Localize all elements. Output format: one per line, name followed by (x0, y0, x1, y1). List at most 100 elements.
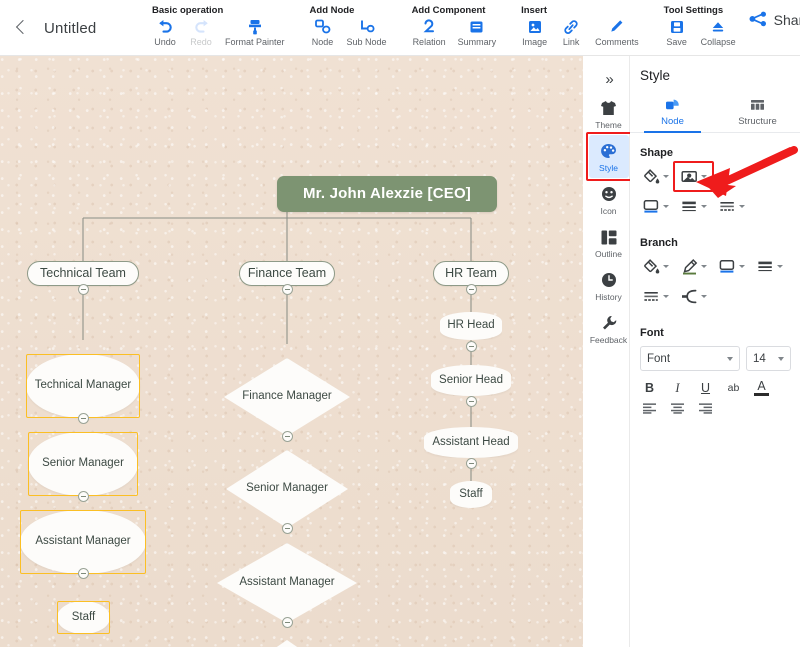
tab-structure[interactable]: Structure (715, 93, 800, 132)
font-size-select[interactable]: 14 (746, 346, 791, 371)
undo-icon (157, 18, 174, 35)
node-root[interactable]: Mr. John Alexzie [CEO] (277, 176, 497, 212)
fill-color-control[interactable] (640, 166, 675, 187)
bold-button[interactable]: B (642, 380, 657, 396)
underline-button[interactable]: U (698, 380, 713, 396)
border-width-control[interactable] (678, 196, 713, 217)
collapse-handle[interactable] (465, 458, 477, 469)
collapse-handle[interactable] (77, 568, 89, 579)
branch-style-control[interactable] (678, 286, 713, 307)
toolbar-group-tool-settings: Tool Settings Save Collapse (652, 0, 749, 56)
chevron-down-icon (663, 175, 669, 178)
node-hr-head[interactable]: HR Head (440, 312, 502, 340)
node-label: Assistant Manager (239, 576, 335, 589)
add-node-button[interactable]: Node (306, 18, 340, 47)
chevron-down-icon (778, 356, 784, 361)
collapse-handle[interactable] (281, 284, 293, 295)
sidebar-item-outline[interactable]: Outline (589, 221, 629, 264)
collapse-handle[interactable] (281, 617, 293, 628)
border-dash-control[interactable] (716, 196, 751, 217)
text-color-button[interactable]: A (754, 379, 769, 396)
node-finance-manager[interactable]: Finance Manager (224, 358, 350, 436)
format-painter-button[interactable]: Format Painter (220, 18, 290, 47)
redo-button[interactable]: Redo (184, 18, 218, 47)
collapse-handle[interactable] (465, 396, 477, 407)
node-finance-assistant-manager[interactable]: Assistant Manager (217, 543, 357, 623)
node-hr-staff[interactable]: Staff (450, 481, 492, 508)
collapse-handle[interactable] (77, 284, 89, 295)
font-row: Font 14 (630, 346, 800, 371)
strikethrough-button[interactable]: ab (726, 380, 741, 396)
toolbar-group-add-component: Add Component Relation Summary (400, 0, 510, 56)
border-icon (642, 198, 661, 215)
branch-weight-control[interactable] (754, 256, 789, 277)
node-finance-staff[interactable]: Staff (255, 640, 319, 647)
line-weight-icon (756, 258, 775, 275)
collapse-handle[interactable] (281, 430, 293, 442)
node-technical-senior-manager[interactable]: Senior Manager (28, 432, 138, 496)
chevron-down-icon (663, 295, 669, 298)
node-technical-manager[interactable]: Technical Manager (26, 354, 140, 418)
node-label: Staff (71, 610, 96, 623)
add-summary-button[interactable]: Summary (453, 18, 502, 47)
chevron-left-icon[interactable] (12, 19, 30, 37)
sidebar-item-icon[interactable]: Icon (589, 178, 629, 221)
tab-node[interactable]: Node (630, 93, 715, 133)
collapse-handle[interactable] (77, 490, 89, 502)
undo-button[interactable]: Undo (148, 18, 182, 47)
collapse-handle[interactable] (465, 284, 477, 295)
font-size-value: 14 (753, 352, 766, 365)
clock-icon (601, 271, 617, 289)
node-hr-assistant-head[interactable]: Assistant Head (424, 427, 518, 458)
node-technical-staff[interactable]: Staff (57, 601, 110, 634)
collapse-handle[interactable] (281, 523, 293, 534)
node-finance-senior-manager[interactable]: Senior Manager (226, 450, 348, 528)
redo-icon (193, 18, 210, 35)
collapse-handle[interactable] (465, 341, 477, 352)
toolbar-groups: Basic operation Undo Redo Format Painter… (140, 0, 749, 56)
link-icon (563, 18, 579, 35)
align-center-button[interactable] (670, 402, 685, 418)
insert-comments-button[interactable]: Comments (590, 18, 644, 47)
insert-link-button[interactable]: Link (554, 18, 588, 47)
sidebar-item-history[interactable]: History (589, 264, 629, 307)
chevron-double-right-icon[interactable]: » (588, 66, 630, 92)
node-technical-team[interactable]: Technical Team (27, 261, 139, 286)
palette-icon (600, 142, 617, 160)
branch-shape-control[interactable] (716, 256, 751, 277)
align-left-button[interactable] (642, 402, 657, 418)
italic-button[interactable]: I (670, 380, 685, 396)
branch-color-control[interactable] (678, 256, 713, 277)
branch-dash-control[interactable] (640, 286, 675, 307)
share-button[interactable]: Share (749, 11, 800, 30)
sidebar-item-feedback[interactable]: Feedback (589, 307, 629, 350)
mindmap: Mr. John Alexzie [CEO] Technical Team Fi… (0, 56, 583, 647)
node-finance-team[interactable]: Finance Team (239, 261, 335, 286)
font-family-select[interactable]: Font (640, 346, 740, 371)
smiley-icon (601, 185, 617, 203)
format-painter-label: Format Painter (225, 37, 285, 47)
add-relation-button[interactable]: Relation (408, 18, 451, 47)
node-hr-team[interactable]: HR Team (433, 261, 509, 286)
branch-fill-control[interactable] (640, 256, 675, 277)
node-shape-control[interactable] (673, 161, 714, 192)
sidebar-item-theme[interactable]: Theme (589, 92, 629, 135)
node-technical-assistant-manager[interactable]: Assistant Manager (20, 510, 146, 574)
outline-icon (601, 228, 617, 246)
branch-curve-icon (680, 288, 699, 305)
mindmap-canvas[interactable]: Mr. John Alexzie [CEO] Technical Team Fi… (0, 56, 583, 647)
collapse-button[interactable]: Collapse (696, 18, 741, 47)
collapse-handle[interactable] (77, 412, 89, 424)
insert-image-button[interactable]: Image (517, 18, 552, 47)
page-title[interactable]: Untitled (44, 20, 96, 37)
save-button[interactable]: Save (660, 18, 694, 47)
add-sub-node-button[interactable]: Sub Node (342, 18, 392, 47)
align-right-button[interactable] (698, 402, 713, 418)
node-hr-senior-head[interactable]: Senior Head (431, 365, 511, 396)
toolbar-group-insert: Insert Image Link Comments (509, 0, 652, 56)
sidebar-item-style[interactable]: Style (585, 132, 632, 181)
collapse-label: Collapse (700, 37, 736, 47)
border-style-control[interactable] (640, 196, 675, 217)
save-icon (670, 18, 684, 35)
group-title: Add Component (411, 5, 486, 16)
